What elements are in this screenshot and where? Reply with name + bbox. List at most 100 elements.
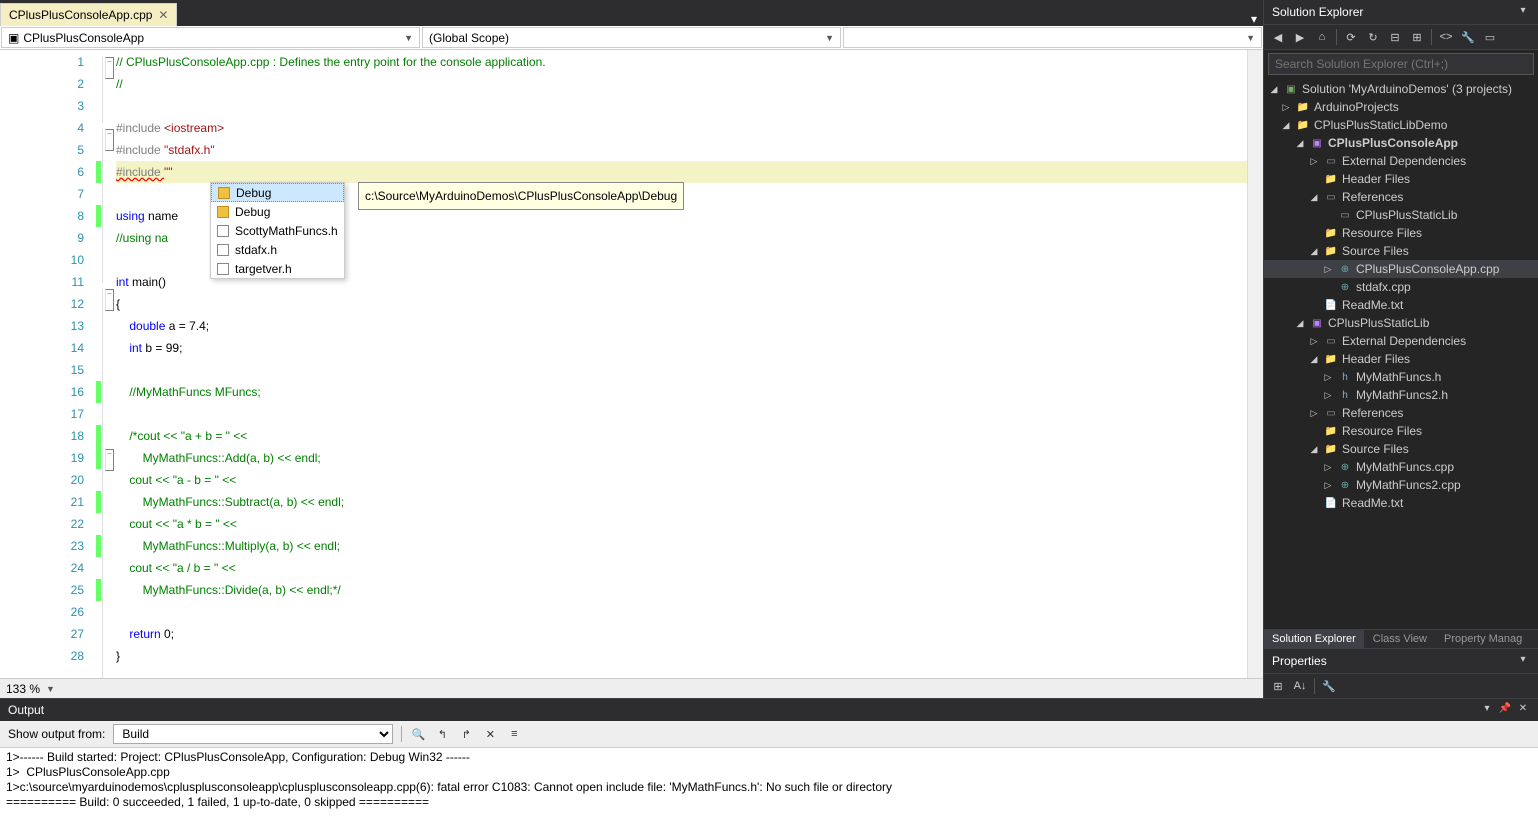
intellisense-item[interactable]: stdafx.h xyxy=(211,240,344,259)
intellisense-popup[interactable]: Debug Debug ScottyMathFuncs.h stdafx.h t… xyxy=(210,182,345,279)
folder-node[interactable]: 📁Resource Files xyxy=(1264,422,1538,440)
cpp-icon: ⊕ xyxy=(1338,280,1352,294)
file-node[interactable]: ▷⊕MyMathFuncs.cpp xyxy=(1264,458,1538,476)
dropdown-icon[interactable]: ▾ xyxy=(1480,703,1494,717)
collapse-icon[interactable]: ⊟ xyxy=(1387,29,1403,45)
tab-class-view[interactable]: Class View xyxy=(1365,630,1436,648)
folder-icon: 📁 xyxy=(1296,100,1310,114)
file-node[interactable]: ▷⊕CPlusPlusConsoleApp.cpp xyxy=(1264,260,1538,278)
dropdown-icon[interactable]: ▾ xyxy=(1516,5,1530,19)
navigation-bar: ▣CPlusPlusConsoleApp ▼ (Global Scope) ▼ … xyxy=(0,26,1263,50)
file-node[interactable]: ▷⊕MyMathFuncs2.cpp xyxy=(1264,476,1538,494)
close-icon[interactable]: ✕ xyxy=(158,8,168,22)
scope-dropdown[interactable]: (Global Scope) ▼ xyxy=(422,27,841,48)
show-all-icon[interactable]: ⊞ xyxy=(1409,29,1425,45)
tab-overflow-icon[interactable]: ▾ xyxy=(1251,12,1257,26)
zoom-level[interactable]: 133 % xyxy=(6,682,40,696)
panel-title: Solution Explorer xyxy=(1272,5,1363,19)
solution-node[interactable]: ◢▣Solution 'MyArduinoDemos' (3 projects) xyxy=(1264,80,1538,98)
solution-icon: ▣ xyxy=(1284,82,1298,96)
goto-prev-icon[interactable]: ↰ xyxy=(434,726,450,742)
wrap-icon[interactable]: ≡ xyxy=(506,726,522,742)
intellisense-item[interactable]: Debug xyxy=(211,202,344,221)
txt-icon: 📄 xyxy=(1324,298,1338,312)
folder-node[interactable]: ◢📁Source Files xyxy=(1264,440,1538,458)
intellisense-item[interactable]: ScottyMathFuncs.h xyxy=(211,221,344,240)
tab-solution-explorer[interactable]: Solution Explorer xyxy=(1264,630,1365,648)
code-editor[interactable]: 1234567891011121314151617181920212223242… xyxy=(0,50,1263,678)
wrench-icon[interactable]: 🔧 xyxy=(1321,678,1337,694)
output-text[interactable]: 1>------ Build started: Project: CPlusPl… xyxy=(0,748,1538,823)
project-node[interactable]: ▷📁ArduinoProjects xyxy=(1264,98,1538,116)
file-tab-label: CPlusPlusConsoleApp.cpp xyxy=(9,8,152,22)
file-node[interactable]: ⊕stdafx.cpp xyxy=(1264,278,1538,296)
solution-explorer-header: Solution Explorer ▾ xyxy=(1264,0,1538,25)
file-node[interactable]: ▷hMyMathFuncs2.h xyxy=(1264,386,1538,404)
intellisense-item[interactable]: targetver.h xyxy=(211,259,344,278)
file-node[interactable]: 📄ReadMe.txt xyxy=(1264,494,1538,512)
project-node[interactable]: ◢▣CPlusPlusConsoleApp xyxy=(1264,134,1538,152)
back-icon[interactable]: ◀ xyxy=(1270,29,1286,45)
output-header: Output ▾ 📌 ✕ xyxy=(0,699,1538,721)
code-text[interactable]: // CPlusPlusConsoleApp.cpp : Defines the… xyxy=(116,50,1263,678)
file-node[interactable]: 📄ReadMe.txt xyxy=(1264,296,1538,314)
intellisense-item[interactable]: Debug xyxy=(211,183,344,202)
project-node[interactable]: ◢▣CPlusPlusStaticLib xyxy=(1264,314,1538,332)
refresh-icon[interactable]: ↻ xyxy=(1365,29,1381,45)
folder-icon: 📁 xyxy=(1324,442,1338,456)
close-icon[interactable]: ✕ xyxy=(1516,703,1530,717)
search-solution[interactable] xyxy=(1268,53,1534,75)
references-node[interactable]: ▷▭References xyxy=(1264,404,1538,422)
file-node[interactable]: ▷hMyMathFuncs.h xyxy=(1264,368,1538,386)
tab-bar: CPlusPlusConsoleApp.cpp ✕ ▾ xyxy=(0,0,1263,26)
categorize-icon[interactable]: ⊞ xyxy=(1270,678,1286,694)
folder-node[interactable]: ◢📁Header Files xyxy=(1264,350,1538,368)
member-dropdown[interactable]: ▼ xyxy=(843,27,1262,48)
scrollbar-vertical[interactable] xyxy=(1247,50,1263,678)
folder-node[interactable]: 📁Header Files xyxy=(1264,170,1538,188)
tab-property-manager[interactable]: Property Manag xyxy=(1436,630,1531,648)
file-icon xyxy=(217,225,229,237)
deps-icon: ▭ xyxy=(1324,334,1338,348)
sort-icon[interactable]: A↓ xyxy=(1292,678,1308,694)
folder-node[interactable]: ▷▭External Dependencies xyxy=(1264,152,1538,170)
fold-gutter[interactable]: −−−− xyxy=(102,50,116,678)
solution-tree[interactable]: ◢▣Solution 'MyArduinoDemos' (3 projects)… xyxy=(1264,78,1538,629)
preview-icon[interactable]: ▭ xyxy=(1482,29,1498,45)
output-toolbar: Show output from: Build 🔍 ↰ ↱ ✕ ≡ xyxy=(0,721,1538,748)
file-tab[interactable]: CPlusPlusConsoleApp.cpp ✕ xyxy=(0,3,177,26)
goto-next-icon[interactable]: ↱ xyxy=(458,726,474,742)
properties-icon[interactable]: 🔧 xyxy=(1460,29,1476,45)
find-icon[interactable]: 🔍 xyxy=(410,726,426,742)
folder-node[interactable]: 📁Resource Files xyxy=(1264,224,1538,242)
sync-icon[interactable]: ⟳ xyxy=(1343,29,1359,45)
output-source-select[interactable]: Build xyxy=(113,724,393,744)
chevron-down-icon[interactable]: ▼ xyxy=(46,684,55,694)
project-dropdown[interactable]: ▣CPlusPlusConsoleApp ▼ xyxy=(1,27,420,48)
folder-node[interactable]: ◢📁Source Files xyxy=(1264,242,1538,260)
clear-icon[interactable]: ✕ xyxy=(482,726,498,742)
chevron-down-icon: ▼ xyxy=(404,33,413,43)
pin-icon[interactable]: 📌 xyxy=(1498,703,1512,717)
chevron-down-icon: ▼ xyxy=(1246,33,1255,43)
cpp-icon: ⊕ xyxy=(1338,262,1352,276)
panel-title: Output xyxy=(8,703,44,717)
output-panel: Output ▾ 📌 ✕ Show output from: Build 🔍 ↰… xyxy=(0,698,1538,823)
file-icon xyxy=(217,263,229,275)
properties-header: Properties ▾ xyxy=(1264,649,1538,674)
code-icon[interactable]: <> xyxy=(1438,29,1454,45)
reference-item[interactable]: ▭CPlusPlusStaticLib xyxy=(1264,206,1538,224)
properties-toolbar: ⊞ A↓ 🔧 xyxy=(1264,674,1538,698)
references-node[interactable]: ◢▭References xyxy=(1264,188,1538,206)
file-icon xyxy=(217,244,229,256)
search-input[interactable] xyxy=(1268,53,1534,75)
scope-dropdown-label: (Global Scope) xyxy=(429,31,509,45)
forward-icon[interactable]: ▶ xyxy=(1292,29,1308,45)
home-icon[interactable]: ⌂ xyxy=(1314,29,1330,45)
folder-node[interactable]: ▷▭External Dependencies xyxy=(1264,332,1538,350)
folder-node[interactable]: ◢📁CPlusPlusStaticLibDemo xyxy=(1264,116,1538,134)
dropdown-icon[interactable]: ▾ xyxy=(1516,654,1530,668)
project-dropdown-label: CPlusPlusConsoleApp xyxy=(23,31,144,45)
folder-icon xyxy=(218,187,230,199)
editor-status-bar: 133 % ▼ xyxy=(0,678,1263,698)
